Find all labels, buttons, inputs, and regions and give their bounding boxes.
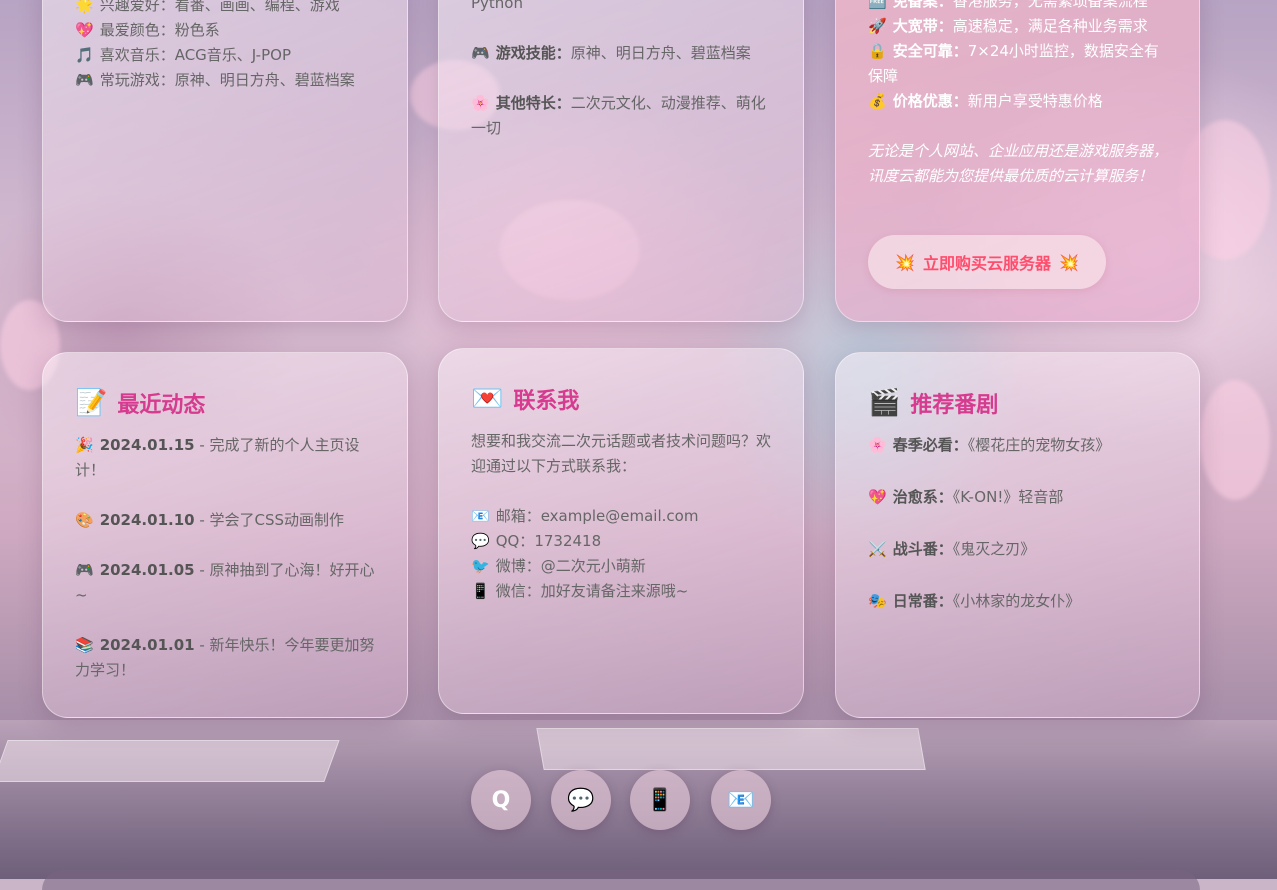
anime-item: 🌸 春季必看：《樱花庄的宠物女孩》 xyxy=(868,436,1111,454)
phone-button[interactable]: 📱 xyxy=(630,770,690,830)
hobbies-card: 🌟 兴趣爱好：看番、画画、编程、游戏 💖 最爱颜色：粉色系 🎵 喜欢音乐：ACG音乐、… xyxy=(42,0,408,322)
gamepad-icon: 🎮 xyxy=(75,561,94,579)
contact-qq[interactable]: 💬 QQ：1732418 xyxy=(471,529,771,554)
email-icon: 📧 xyxy=(471,507,490,525)
anime-item: ⚔️ 战斗番：《鬼灭之刃》 xyxy=(868,540,1036,558)
contact-title: 💌 联系我 xyxy=(471,384,580,414)
buy-server-button[interactable]: 💥 立即购买云服务器 💥 xyxy=(868,235,1106,289)
music-line: 🎵 喜欢音乐：ACG音乐、J-POP xyxy=(75,46,291,64)
music-icon: 🎵 xyxy=(75,46,94,64)
contact-wechat[interactable]: 📱 微信：加好友请备注来源哦~ xyxy=(471,579,771,604)
recent-updates-card: 📝 最近动态 🎉 2024.01.15 - 完成了新的个人主页设计！ 🎨 2024.0… xyxy=(42,352,408,718)
contact-email[interactable]: 📧 邮箱：example@email.com xyxy=(471,504,771,529)
star-icon: 🌟 xyxy=(75,0,94,14)
burst-icon: 💥 xyxy=(895,252,915,272)
chat-icon: 💬 xyxy=(471,532,490,550)
list-item: 🎨 2024.01.10 - 学会了CSS动画制作 xyxy=(75,511,345,529)
hobby-line: 🌟 兴趣爱好：看番、画画、编程、游戏 xyxy=(75,0,355,18)
price-line: 💰 价格优惠：新用户享受特惠价格 xyxy=(868,92,1103,110)
game-skill-line: 🎮 游戏技能：原神、明日方舟、碧蓝档案 xyxy=(471,44,751,62)
list-item: 🎮 2024.01.05 - 原神抽到了心海！好开心~ xyxy=(75,561,375,604)
memo-icon: 📝 xyxy=(75,388,108,418)
recent-updates-title: 📝 最近动态 xyxy=(75,388,206,418)
blossom-icon: 🌸 xyxy=(471,94,490,112)
anime-item: 💖 治愈系：《K-ON!》轻音部 xyxy=(868,488,1064,506)
color-line: 💖 最爱颜色：粉色系 xyxy=(75,21,220,39)
phone-icon: 📱 xyxy=(646,787,674,813)
game-line: 🎮 常玩游戏：原神、明日方舟、碧蓝档案 xyxy=(75,71,355,89)
search-button[interactable]: Q xyxy=(471,770,531,830)
other-skill-line: 🌸 其他特长：二次元文化、动漫推荐、萌化一切 xyxy=(471,94,766,137)
cloud-server-card: 🆓 免备案：香港服务，无需繁琐备案流程 🚀 大宽带：高速稳定，满足各种业务需求 🔒 安… xyxy=(835,0,1200,322)
skills-partial-text: Python xyxy=(471,0,523,12)
heart-icon: 💖 xyxy=(868,488,887,506)
phone-icon: 📱 xyxy=(471,582,490,600)
money-bag-icon: 💰 xyxy=(868,92,887,110)
search-icon: Q xyxy=(491,787,511,813)
anime-item: 🎭 日常番：《小林家的龙女仆》 xyxy=(868,592,1081,610)
anime-title: 🎬 推荐番剧 xyxy=(868,388,999,418)
list-item: 🎉 2024.01.15 - 完成了新的个人主页设计！ xyxy=(75,436,360,479)
no-filing-line: 🆓 免备案：香港服务，无需繁琐备案流程 xyxy=(868,0,1173,14)
heart-icon: 💖 xyxy=(75,21,94,39)
email-icon: 📧 xyxy=(727,787,755,813)
masks-icon: 🎭 xyxy=(868,592,887,610)
rocket-icon: 🚀 xyxy=(868,17,887,35)
palette-icon: 🎨 xyxy=(75,511,94,529)
contact-intro: 想要和我交流二次元话题或者技术问题吗？欢迎通过以下方式联系我： xyxy=(471,432,772,475)
gamepad-icon: 🎮 xyxy=(471,44,490,62)
skills-card: Python 🎮 游戏技能：原神、明日方舟、碧蓝档案 🌸 其他特长：二次元文化、动漫… xyxy=(438,0,804,322)
contact-weibo[interactable]: 🐦 微博：@二次元小萌新 xyxy=(471,554,771,579)
books-icon: 📚 xyxy=(75,636,94,654)
list-item: 📚 2024.01.01 - 新年快乐！今年要更加努力学习！ xyxy=(75,636,375,679)
bandwidth-line: 🚀 大宽带：高速稳定，满足各种业务需求 xyxy=(868,17,1148,35)
buy-server-label: 立即购买云服务器 xyxy=(922,254,1051,273)
free-icon: 🆓 xyxy=(868,0,887,10)
contact-card: 💌 联系我 想要和我交流二次元话题或者技术问题吗？欢迎通过以下方式联系我： 📧 邮箱… xyxy=(438,348,804,714)
footer-bar xyxy=(42,870,1200,890)
clapper-icon: 🎬 xyxy=(868,388,901,418)
swords-icon: ⚔️ xyxy=(868,540,887,558)
burst-icon: 💥 xyxy=(1059,252,1079,272)
chat-icon: 💬 xyxy=(567,787,595,813)
email-button[interactable]: 📧 xyxy=(711,770,771,830)
chat-button[interactable]: 💬 xyxy=(551,770,611,830)
gamepad-icon: 🎮 xyxy=(75,71,94,89)
bird-icon: 🐦 xyxy=(471,557,490,575)
love-letter-icon: 💌 xyxy=(471,384,504,414)
security-line: 🔒 安全可靠：7×24小时监控，数据安全有保障 xyxy=(868,42,1159,85)
blossom-icon: 🌸 xyxy=(868,436,887,454)
cloud-slogan: 无论是个人网站、企业应用还是游戏服务器，讯度云都能为您提供最优质的云计算服务！ xyxy=(868,142,1169,185)
party-icon: 🎉 xyxy=(75,436,94,454)
lock-icon: 🔒 xyxy=(868,42,887,60)
anime-recommend-card: 🎬 推荐番剧 🌸 春季必看：《樱花庄的宠物女孩》 💖 治愈系：《K-ON!》轻音部 ⚔… xyxy=(835,352,1200,718)
